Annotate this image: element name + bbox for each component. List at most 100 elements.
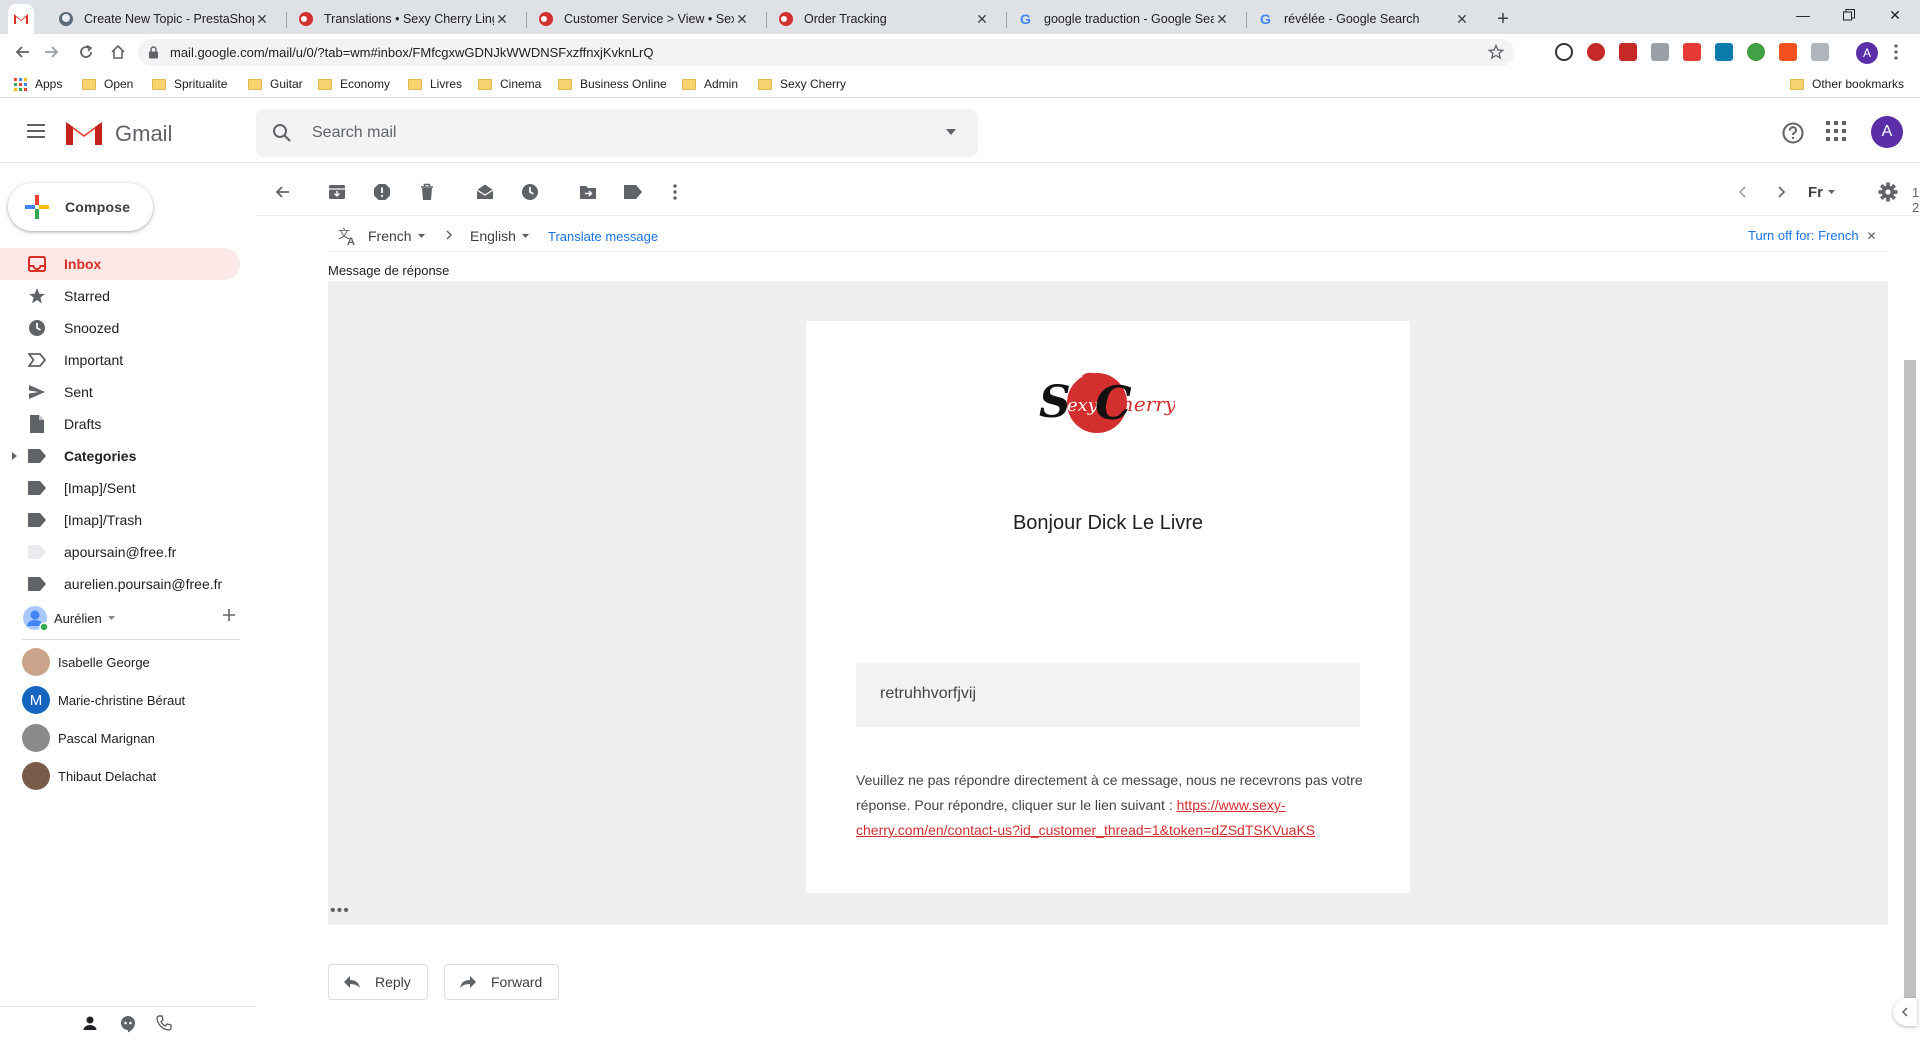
extension-icon[interactable] bbox=[1555, 43, 1573, 61]
browser-tab[interactable]: G révélée - Google Search ✕ bbox=[1248, 4, 1480, 34]
browser-tab[interactable]: Order Tracking ✕ bbox=[768, 4, 1000, 34]
contact-item[interactable]: M Marie-christine Béraut bbox=[22, 684, 185, 716]
bookmark-folder[interactable]: Livres bbox=[408, 76, 462, 92]
address-bar[interactable]: mail.google.com/mail/u/0/?tab=wm#inbox/F… bbox=[138, 39, 1514, 66]
search-options-icon[interactable] bbox=[946, 129, 956, 135]
mark-unread-icon[interactable] bbox=[475, 182, 495, 202]
back-to-inbox-icon[interactable] bbox=[272, 182, 292, 202]
sidebar-item-aurelien[interactable]: aurelien.poursain@free.fr bbox=[0, 568, 240, 600]
close-icon[interactable]: ✕ bbox=[734, 11, 750, 27]
expand-caret-icon[interactable] bbox=[12, 452, 17, 460]
compose-button[interactable]: Compose bbox=[8, 183, 153, 231]
home-button[interactable] bbox=[106, 40, 130, 64]
input-tools-button[interactable]: Fr bbox=[1808, 182, 1848, 202]
contact-item[interactable]: Thibaut Delachat bbox=[22, 760, 156, 792]
browser-profile-avatar[interactable]: A bbox=[1856, 42, 1878, 64]
labels-icon[interactable] bbox=[623, 182, 643, 202]
show-trimmed-content[interactable]: ••• bbox=[330, 902, 350, 920]
contacts-tab-icon[interactable] bbox=[82, 1015, 98, 1031]
delete-icon[interactable] bbox=[417, 182, 437, 202]
contact-item[interactable]: Isabelle George bbox=[22, 646, 150, 678]
bookmark-folder[interactable]: Admin bbox=[682, 76, 738, 92]
extension-icon[interactable] bbox=[1779, 43, 1797, 61]
search-bar[interactable] bbox=[256, 109, 978, 157]
bookmark-folder[interactable]: Spritualite bbox=[152, 76, 227, 92]
side-panel-toggle[interactable] bbox=[1893, 998, 1917, 1026]
sidebar-item-inbox[interactable]: Inbox bbox=[0, 248, 240, 280]
phone-tab-icon[interactable] bbox=[156, 1015, 172, 1031]
hangouts-tab-icon[interactable] bbox=[120, 1015, 136, 1033]
restore-button[interactable] bbox=[1826, 0, 1872, 30]
bookmark-folder[interactable]: Cinema bbox=[478, 76, 541, 92]
snooze-icon[interactable] bbox=[520, 182, 540, 202]
browser-tab[interactable]: Create New Topic - PrestaShop F ✕ bbox=[48, 4, 280, 34]
close-icon[interactable]: ✕ bbox=[494, 11, 510, 27]
report-spam-icon[interactable] bbox=[372, 182, 392, 202]
account-avatar[interactable]: A bbox=[1871, 116, 1903, 148]
close-icon[interactable]: ✕ bbox=[974, 11, 990, 27]
reload-button[interactable] bbox=[74, 40, 98, 64]
settings-gear-icon[interactable] bbox=[1878, 182, 1898, 202]
bookmark-folder[interactable]: Sexy Cherry bbox=[758, 76, 846, 92]
extension-icon[interactable] bbox=[1587, 43, 1605, 61]
browser-menu-icon[interactable] bbox=[1888, 43, 1904, 61]
newer-icon[interactable] bbox=[1732, 182, 1752, 202]
close-icon[interactable]: ✕ bbox=[1867, 229, 1877, 243]
contact-item[interactable]: Pascal Marignan bbox=[22, 722, 155, 754]
sidebar-item-snoozed[interactable]: Snoozed bbox=[0, 312, 240, 344]
sidebar-item-apoursain[interactable]: apoursain@free.fr bbox=[0, 536, 240, 568]
chevron-down-icon[interactable] bbox=[107, 616, 115, 620]
other-bookmarks[interactable]: Other bookmarks bbox=[1790, 76, 1904, 92]
bookmark-folder[interactable]: Business Online bbox=[558, 76, 667, 92]
browser-tab[interactable]: Translations • Sexy Cherry Linger ✕ bbox=[288, 4, 520, 34]
search-icon[interactable] bbox=[272, 123, 292, 143]
close-icon[interactable]: ✕ bbox=[1214, 11, 1230, 27]
browser-tab[interactable]: Customer Service > View • Sexy C ✕ bbox=[528, 4, 760, 34]
browser-tab[interactable]: G google traduction - Google Sear ✕ bbox=[1008, 4, 1240, 34]
move-to-icon[interactable] bbox=[578, 182, 598, 202]
tab-gmail[interactable] bbox=[8, 4, 34, 34]
extension-icon[interactable] bbox=[1811, 43, 1829, 61]
scrollbar[interactable] bbox=[1904, 360, 1916, 1006]
bookmark-star-icon[interactable] bbox=[1488, 44, 1504, 60]
gmail-logo-icon[interactable] bbox=[64, 117, 104, 147]
extension-icon[interactable] bbox=[1619, 43, 1637, 61]
google-apps-icon[interactable] bbox=[1826, 121, 1846, 141]
forward-button[interactable] bbox=[40, 40, 64, 64]
close-window-button[interactable]: ✕ bbox=[1872, 0, 1918, 30]
bookmark-folder[interactable]: Open bbox=[82, 76, 133, 92]
extension-icon[interactable] bbox=[1651, 43, 1669, 61]
turn-off-translation[interactable]: Turn off for: French ✕ bbox=[1748, 228, 1877, 243]
sidebar-item-starred[interactable]: Starred bbox=[0, 280, 240, 312]
sidebar-item-categories[interactable]: Categories bbox=[0, 440, 240, 472]
sidebar-item-important[interactable]: Important bbox=[0, 344, 240, 376]
sidebar-item-sent[interactable]: Sent bbox=[0, 376, 240, 408]
main-menu-icon[interactable] bbox=[24, 119, 48, 143]
new-tab-button[interactable]: + bbox=[1490, 6, 1516, 32]
extension-icon[interactable] bbox=[1715, 43, 1733, 61]
sidebar-item-imap-trash[interactable]: [Imap]/Trash bbox=[0, 504, 240, 536]
extension-icon[interactable] bbox=[1747, 43, 1765, 61]
bookmark-folder[interactable]: Economy bbox=[318, 76, 390, 92]
bookmark-apps[interactable]: Apps bbox=[14, 76, 62, 92]
bookmark-folder[interactable]: Guitar bbox=[248, 76, 303, 92]
reply-button[interactable]: Reply bbox=[328, 964, 428, 1000]
more-options-icon[interactable] bbox=[665, 182, 685, 202]
source-language-select[interactable]: French bbox=[368, 228, 425, 244]
back-button[interactable] bbox=[10, 40, 34, 64]
forward-button[interactable]: Forward bbox=[444, 964, 560, 1000]
extension-icon[interactable] bbox=[1683, 43, 1701, 61]
add-contact-icon[interactable] bbox=[222, 608, 236, 622]
sidebar-item-drafts[interactable]: Drafts bbox=[0, 408, 240, 440]
close-icon[interactable]: ✕ bbox=[254, 11, 270, 27]
older-icon[interactable] bbox=[1772, 182, 1792, 202]
close-icon[interactable]: ✕ bbox=[1454, 11, 1470, 27]
target-language-select[interactable]: English bbox=[470, 228, 529, 244]
hangouts-user[interactable]: Aurélien bbox=[22, 604, 242, 632]
translate-message-link[interactable]: Translate message bbox=[548, 229, 658, 244]
help-icon[interactable] bbox=[1781, 121, 1805, 145]
search-input[interactable] bbox=[312, 121, 872, 145]
sidebar-item-imap-sent[interactable]: [Imap]/Sent bbox=[0, 472, 240, 504]
archive-icon[interactable] bbox=[327, 182, 347, 202]
minimize-button[interactable]: — bbox=[1780, 0, 1826, 30]
